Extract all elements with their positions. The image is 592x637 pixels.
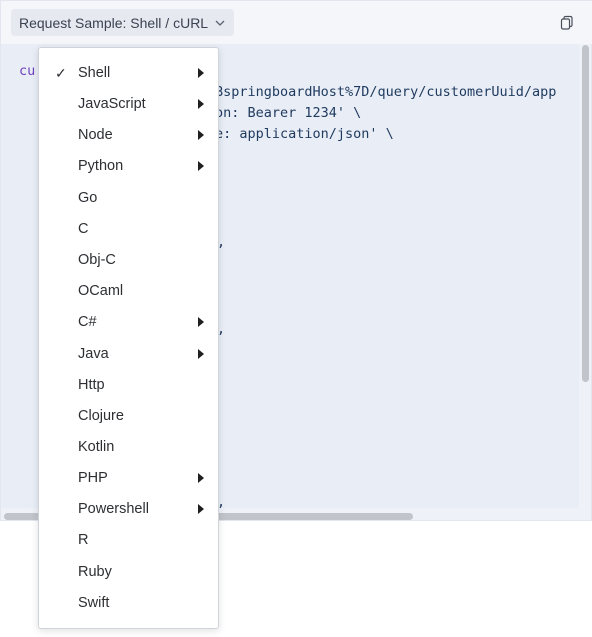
submenu-arrow-icon [198,68,204,78]
vertical-scrollbar[interactable] [582,45,589,382]
menu-item-label: JavaScript [78,96,146,112]
code-line: e: application/json' \ [215,126,394,142]
submenu-arrow-icon [198,161,204,171]
menu-item-label: PHP [78,470,108,486]
menu-item-obj-c[interactable]: Obj-C [39,246,218,274]
menu-item-label: C [78,221,89,237]
menu-item-clojure[interactable]: Clojure [39,402,218,430]
menu-item-swift[interactable]: Swift [39,589,218,617]
language-selector-label: Request Sample: Shell / cURL [19,14,209,31]
language-selector-button[interactable]: Request Sample: Shell / cURL [11,9,235,36]
menu-item-php[interactable]: PHP [39,464,218,492]
menu-item-label: C# [78,314,97,330]
submenu-arrow-icon [198,504,204,514]
menu-item-go[interactable]: Go [39,184,218,212]
menu-item-kotlin[interactable]: Kotlin [39,433,218,461]
copy-icon[interactable] [559,14,575,30]
menu-item-node[interactable]: Node [39,121,218,149]
language-dropdown-menu: ✓ Shell JavaScript Node Python Go C Obj-C OCaml C… [38,47,219,629]
code-line: Bspringboard​Host%7D/query/customerUuid/… [215,84,557,100]
checkmark-icon: ✓ [55,64,67,81]
menu-item-label: Ruby [78,564,112,580]
menu-item-label: Swift [78,595,110,611]
submenu-arrow-icon [198,130,204,140]
menu-item-label: R [78,532,89,548]
submenu-arrow-icon [198,99,204,109]
menu-item-label: Node [78,127,113,143]
menu-item-ruby[interactable]: Ruby [39,558,218,586]
menu-item-label: Shell [78,65,111,81]
menu-item-label: Clojure [78,408,124,424]
menu-item-label: Kotlin [78,439,115,455]
menu-item-http[interactable]: Http [39,371,218,399]
menu-item-label: Http [78,377,105,393]
menu-item-r[interactable]: R [39,526,218,554]
submenu-arrow-icon [198,317,204,327]
menu-item-powershell[interactable]: Powershell [39,495,218,523]
menu-item-c[interactable]: C# [39,308,218,336]
menu-item-label: Obj-C [78,252,116,268]
menu-item-javascript[interactable]: JavaScript [39,90,218,118]
menu-item-ocaml[interactable]: OCaml [39,277,218,305]
menu-item-label: Go [78,190,98,206]
menu-item-python[interactable]: Python [39,152,218,180]
panel-header: Request Sample: Shell / cURL [1,1,592,44]
submenu-arrow-icon [198,473,204,483]
menu-item-label: Powershell [78,501,149,517]
code-line: on: Bearer 1234' \ [215,105,362,121]
chevron-down-icon [215,20,225,26]
menu-item-shell[interactable]: ✓ Shell [39,59,218,87]
menu-item-label: Python [78,158,124,174]
menu-item-label: OCaml [78,283,124,299]
menu-item-label: Java [78,346,109,362]
menu-item-c[interactable]: C [39,215,218,243]
submenu-arrow-icon [198,349,204,359]
menu-item-java[interactable]: Java [39,340,218,368]
code-keyword: cu [19,63,36,79]
